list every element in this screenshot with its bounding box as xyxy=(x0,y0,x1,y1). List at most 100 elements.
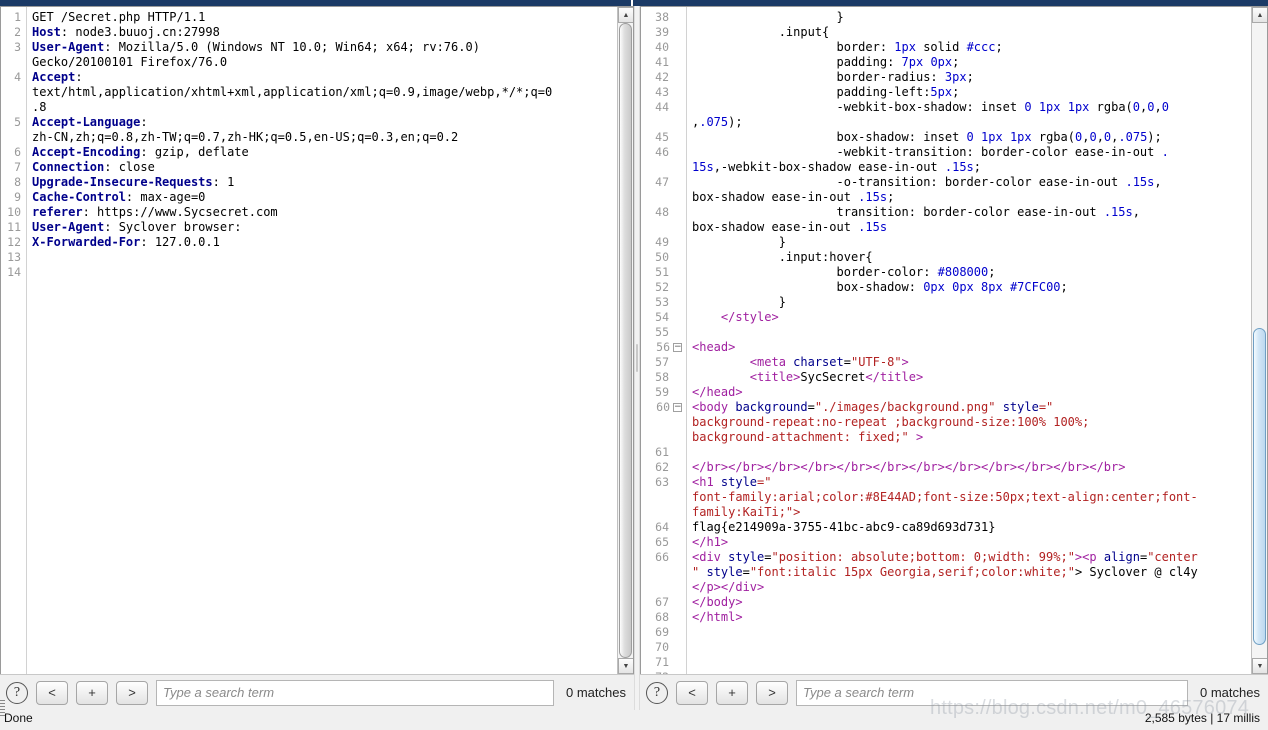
code-line[interactable]: ,.075); xyxy=(692,115,1251,130)
http-message-viewer: 1 2 3 4 5 6 7 8 9 10 11 12 13 14 GET /Secret.php HTTP… xyxy=(0,0,1268,730)
code-line[interactable]: .input{ xyxy=(692,25,1251,40)
code-line[interactable]: </head> xyxy=(692,385,1251,400)
code-token: box-shadow: xyxy=(692,280,924,294)
request-search-input[interactable]: Type a search term xyxy=(156,679,555,706)
code-line[interactable]: Accept-Encoding: gzip, deflate xyxy=(32,145,617,160)
code-line[interactable]: 15s,-webkit-box-shadow ease-in-out .15s; xyxy=(692,160,1251,175)
code-line[interactable]: Gecko/20100101 Firefox/76.0 xyxy=(32,55,617,70)
response-line-number-gutter[interactable]: 38 39 40 41 42 43 44 45 46 47 48 49 50 51 52 53 54 55 56−5… xyxy=(641,7,687,674)
code-line[interactable]: Accept-Language: xyxy=(32,115,617,130)
find-previous-button[interactable]: < xyxy=(36,680,68,705)
code-line[interactable]: background-attachment: fixed;" > xyxy=(692,430,1251,445)
code-line[interactable]: box-shadow ease-in-out .15s xyxy=(692,220,1251,235)
response-code-text[interactable]: } .input{ border: 1px solid #ccc; paddin… xyxy=(687,7,1251,674)
code-line[interactable]: </p></div> xyxy=(692,580,1251,595)
code-line[interactable]: font-family:arial;color:#8E44AD;font-siz… xyxy=(692,490,1251,505)
code-line[interactable]: User-Agent: Mozilla/5.0 (Windows NT 10.0… xyxy=(32,40,617,55)
code-line[interactable]: referer: https://www.Sycsecret.com xyxy=(32,205,617,220)
triangle-up-icon: ▲ xyxy=(622,11,630,19)
scroll-up-button[interactable]: ▲ xyxy=(1252,7,1267,23)
fold-toggle-icon[interactable]: − xyxy=(673,403,682,412)
request-editor[interactable]: 1 2 3 4 5 6 7 8 9 10 11 12 13 14 GET /Secret.php HTTP… xyxy=(0,6,634,674)
response-search-input[interactable]: Type a search term xyxy=(796,679,1189,706)
response-vertical-scrollbar[interactable]: ▲ ▼ xyxy=(1251,7,1267,674)
code-line[interactable] xyxy=(692,655,1251,670)
code-line[interactable]: box-shadow: inset 0 1px 1px rgba(0,0,0,.… xyxy=(692,130,1251,145)
scroll-track[interactable] xyxy=(1252,23,1267,658)
scroll-thumb[interactable] xyxy=(619,23,632,658)
code-line[interactable]: <head> xyxy=(692,340,1251,355)
code-line[interactable] xyxy=(692,640,1251,655)
code-line[interactable] xyxy=(32,265,617,280)
code-line[interactable]: Upgrade-Insecure-Requests: 1 xyxy=(32,175,617,190)
scroll-down-button[interactable]: ▼ xyxy=(1252,658,1267,674)
code-line[interactable]: .input:hover{ xyxy=(692,250,1251,265)
code-line[interactable] xyxy=(692,625,1251,640)
scroll-track[interactable] xyxy=(618,23,633,658)
code-line[interactable]: </br></br></br></br></br></br></br></br>… xyxy=(692,460,1251,475)
code-line[interactable]: } xyxy=(692,235,1251,250)
code-line[interactable]: border-color: #808000; xyxy=(692,265,1251,280)
code-line[interactable]: </html> xyxy=(692,610,1251,625)
code-line[interactable] xyxy=(32,250,617,265)
code-line[interactable]: -webkit-box-shadow: inset 0 1px 1px rgba… xyxy=(692,100,1251,115)
code-line[interactable]: Cache-Control: max-age=0 xyxy=(32,190,617,205)
code-line[interactable]: } xyxy=(692,295,1251,310)
code-token: : xyxy=(140,115,148,129)
line-number: 69 xyxy=(655,625,669,639)
find-add-button[interactable]: + xyxy=(76,680,108,705)
code-line[interactable]: X-Forwarded-For: 127.0.0.1 xyxy=(32,235,617,250)
code-line[interactable]: </h1> xyxy=(692,535,1251,550)
code-line[interactable]: border-radius: 3px; xyxy=(692,70,1251,85)
code-line[interactable]: Host: node3.buuoj.cn:27998 xyxy=(32,25,617,40)
code-line[interactable]: Connection: close xyxy=(32,160,617,175)
code-line[interactable]: <meta charset="UTF-8"> xyxy=(692,355,1251,370)
find-next-button[interactable]: > xyxy=(756,680,788,705)
code-line[interactable]: border: 1px solid #ccc; xyxy=(692,40,1251,55)
code-line[interactable]: </body> xyxy=(692,595,1251,610)
code-line[interactable]: } xyxy=(692,10,1251,25)
scroll-up-button[interactable]: ▲ xyxy=(618,7,633,23)
code-line[interactable]: box-shadow ease-in-out .15s; xyxy=(692,190,1251,205)
request-code-text[interactable]: GET /Secret.php HTTP/1.1 Host: node3.buuo… xyxy=(27,7,617,674)
code-line[interactable]: </style> xyxy=(692,310,1251,325)
code-line[interactable]: <h1 style=" xyxy=(692,475,1251,490)
code-line[interactable]: padding-left:5px; xyxy=(692,85,1251,100)
code-line[interactable]: background-repeat:no-repeat ;background-… xyxy=(692,415,1251,430)
code-token: </style> xyxy=(720,310,779,324)
code-line[interactable]: GET /Secret.php HTTP/1.1 xyxy=(32,10,617,25)
code-line[interactable]: User-Agent: Syclover browser: xyxy=(32,220,617,235)
code-line[interactable]: <body background="./images/background.pn… xyxy=(692,400,1251,415)
response-editor[interactable]: 38 39 40 41 42 43 44 45 46 47 48 49 50 51 52 53 54 55 56−5… xyxy=(640,6,1268,674)
scroll-down-button[interactable]: ▼ xyxy=(618,658,633,674)
help-icon[interactable]: ? xyxy=(646,681,668,704)
code-line[interactable]: -o-transition: border-color ease-in-out … xyxy=(692,175,1251,190)
fold-toggle-icon[interactable]: − xyxy=(673,343,682,352)
code-line[interactable]: <title>SycSecret</title> xyxy=(692,370,1251,385)
line-number: 39 xyxy=(655,25,669,39)
code-line[interactable]: transition: border-color ease-in-out .15… xyxy=(692,205,1251,220)
code-line[interactable]: zh-CN,zh;q=0.8,zh-TW;q=0.7,zh-HK;q=0.5,e… xyxy=(32,130,617,145)
code-line[interactable]: .8 xyxy=(32,100,617,115)
code-line[interactable] xyxy=(692,670,1251,674)
find-previous-button[interactable]: < xyxy=(676,680,708,705)
code-token: style xyxy=(706,565,743,579)
code-line[interactable] xyxy=(692,445,1251,460)
find-next-button[interactable]: > xyxy=(116,680,148,705)
request-vertical-scrollbar[interactable]: ▲ ▼ xyxy=(617,7,633,674)
code-line[interactable]: text/html,application/xhtml+xml,applicat… xyxy=(32,85,617,100)
code-line[interactable]: <div style="position: absolute;bottom: 0… xyxy=(692,550,1251,565)
code-line[interactable]: padding: 7px 0px; xyxy=(692,55,1251,70)
find-add-button[interactable]: + xyxy=(716,680,748,705)
code-line[interactable]: family:KaiTi;"> xyxy=(692,505,1251,520)
code-line[interactable]: flag{e214909a-3755-41bc-abc9-ca89d693d73… xyxy=(692,520,1251,535)
code-line[interactable]: -webkit-transition: border-color ease-in… xyxy=(692,145,1251,160)
help-icon[interactable]: ? xyxy=(6,681,28,704)
code-line[interactable]: Accept: xyxy=(32,70,617,85)
scroll-thumb[interactable] xyxy=(1253,327,1266,646)
code-line[interactable] xyxy=(692,325,1251,340)
code-token: = xyxy=(843,355,851,369)
code-line[interactable]: " style="font:italic 15px Georgia,serif;… xyxy=(692,565,1251,580)
code-line[interactable]: box-shadow: 0px 0px 8px #7CFC00; xyxy=(692,280,1251,295)
